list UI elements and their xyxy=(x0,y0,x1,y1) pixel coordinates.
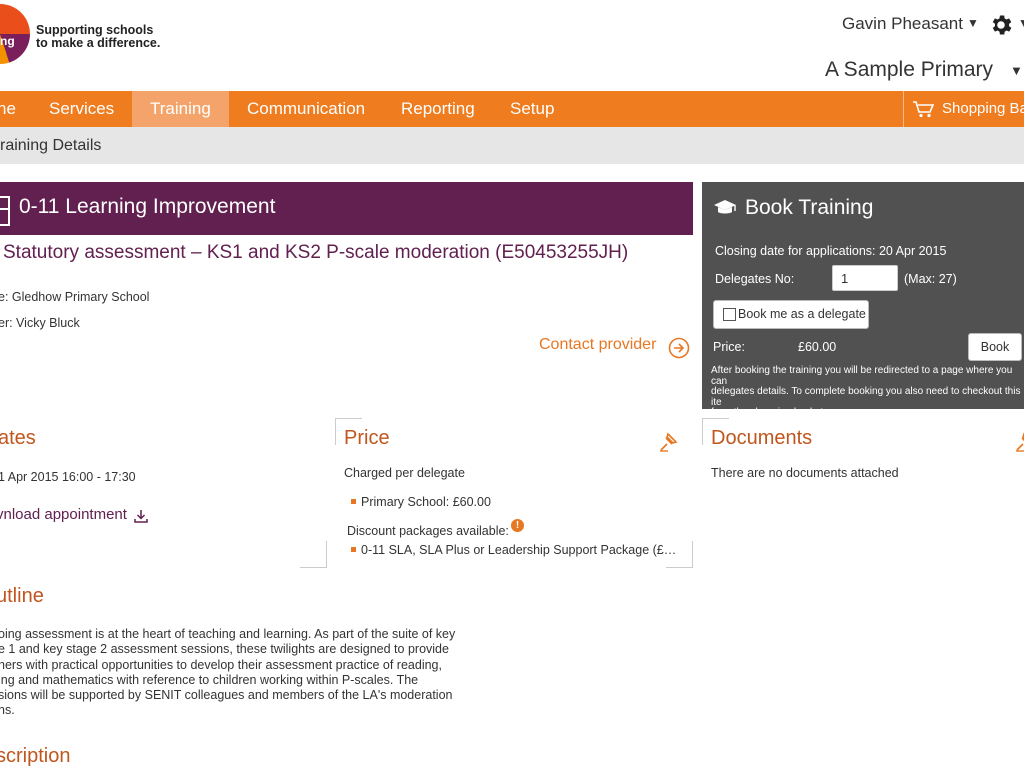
price-label: Price: xyxy=(713,340,745,354)
breadcrumb-bar xyxy=(0,127,1024,164)
book-me-checkbox[interactable] xyxy=(723,308,736,321)
nav-item-communication[interactable]: Communication xyxy=(229,91,383,127)
cart-icon xyxy=(913,101,934,118)
logo-text: ng xyxy=(0,34,15,48)
outline-text: oing assessment is at the heart of teach… xyxy=(0,627,456,719)
list-bullet xyxy=(351,499,356,504)
category-icon xyxy=(0,196,10,226)
outline-heading: utline xyxy=(0,585,44,607)
dates-box-corner xyxy=(300,541,327,568)
outline-line: sions will be supported by SENIT colleag… xyxy=(0,688,453,703)
book-button[interactable]: Book xyxy=(968,333,1022,361)
venue-line: e: Gledhow Primary School xyxy=(0,290,150,304)
download-appointment-link[interactable]: vnload appointment xyxy=(0,506,127,523)
outline-line: ing and mathematics with reference to ch… xyxy=(0,672,419,687)
documents-heading: Documents xyxy=(711,427,813,449)
max-delegates-label: (Max: 27) xyxy=(904,272,957,286)
nav-item-reporting[interactable]: Reporting xyxy=(383,91,493,127)
info-icon[interactable]: ! xyxy=(511,519,524,532)
course-title: Statutory assessment – KS1 and KS2 P-sca… xyxy=(3,242,629,263)
category-icon-divider xyxy=(0,208,8,210)
delegates-label: Delegates No: xyxy=(715,272,795,286)
trainer-line: er: Vicky Bluck xyxy=(0,316,80,330)
outline-line: ns. xyxy=(0,703,15,718)
download-icon[interactable] xyxy=(133,508,149,529)
list-bullet xyxy=(351,547,356,552)
booking-note-line: delegates details. To complete booking y… xyxy=(711,386,1021,408)
booking-note: After booking the training you will be r… xyxy=(711,365,1024,419)
closing-date: Closing date for applications: 20 Apr 20… xyxy=(715,244,947,258)
nav-item-training[interactable]: Training xyxy=(132,91,229,127)
book-me-label: Book me as a delegate xyxy=(738,307,866,321)
gear-icon[interactable] xyxy=(988,12,1014,43)
description-heading: scription xyxy=(0,745,71,767)
outline-line: hers with practical opportunities to dev… xyxy=(0,657,442,672)
category-title: 0-11 Learning Improvement xyxy=(19,195,276,218)
discount-list-item: 0-11 SLA, SLA Plus or Leadership Support… xyxy=(361,543,681,557)
outline-line: e 1 and key stage 2 assessment sessions,… xyxy=(0,642,449,657)
chevron-down-icon[interactable]: ▼ xyxy=(1010,63,1023,78)
chevron-down-icon[interactable]: ▼ xyxy=(967,16,979,30)
pin-icon[interactable] xyxy=(1014,430,1024,457)
brand-tagline: Supporting schools to make a difference. xyxy=(36,24,196,50)
school-selector[interactable]: A Sample Primary xyxy=(825,58,993,82)
book-training-title: Book Training xyxy=(745,196,874,219)
user-menu[interactable]: Gavin Pheasant xyxy=(842,14,963,34)
delegates-number-input[interactable] xyxy=(832,265,898,291)
nav-item-setup[interactable]: Setup xyxy=(492,91,572,127)
graduation-cap-icon xyxy=(713,199,737,222)
dates-heading: ates xyxy=(0,427,36,449)
pin-icon[interactable] xyxy=(658,430,680,457)
shopping-basket-button[interactable]: Shopping Ba xyxy=(903,91,1024,127)
price-box-corner xyxy=(666,541,693,568)
booking-note-line: from the shopping basket xyxy=(711,407,824,418)
no-documents-text: There are no documents attached xyxy=(711,466,899,480)
contact-provider-link[interactable]: Contact provider xyxy=(539,336,656,354)
tagline-line-2: to make a difference. xyxy=(36,36,161,50)
main-nav: ne Services Training Communication Repor… xyxy=(0,91,1024,127)
chevron-down-icon[interactable]: ▼ xyxy=(1018,16,1024,30)
breadcrumb: raining Details xyxy=(0,137,102,154)
nav-item-services[interactable]: Services xyxy=(32,91,131,127)
outline-line: oing assessment is at the heart of teach… xyxy=(0,627,456,641)
booking-note-line: After booking the training you will be r… xyxy=(711,365,1013,387)
date-line: 1 Apr 2015 16:00 - 17:30 xyxy=(0,470,136,484)
discount-label: Discount packages available: xyxy=(347,524,509,538)
basket-label: Shopping Ba xyxy=(942,100,1024,117)
price-heading: Price xyxy=(344,427,390,449)
price-value: £60.00 xyxy=(798,340,837,354)
nav-item-home[interactable]: ne xyxy=(0,91,26,127)
arrow-circle-right-icon[interactable] xyxy=(668,337,690,364)
charged-per-delegate: Charged per delegate xyxy=(344,466,465,480)
price-list-item: Primary School: £60.00 xyxy=(361,495,491,509)
